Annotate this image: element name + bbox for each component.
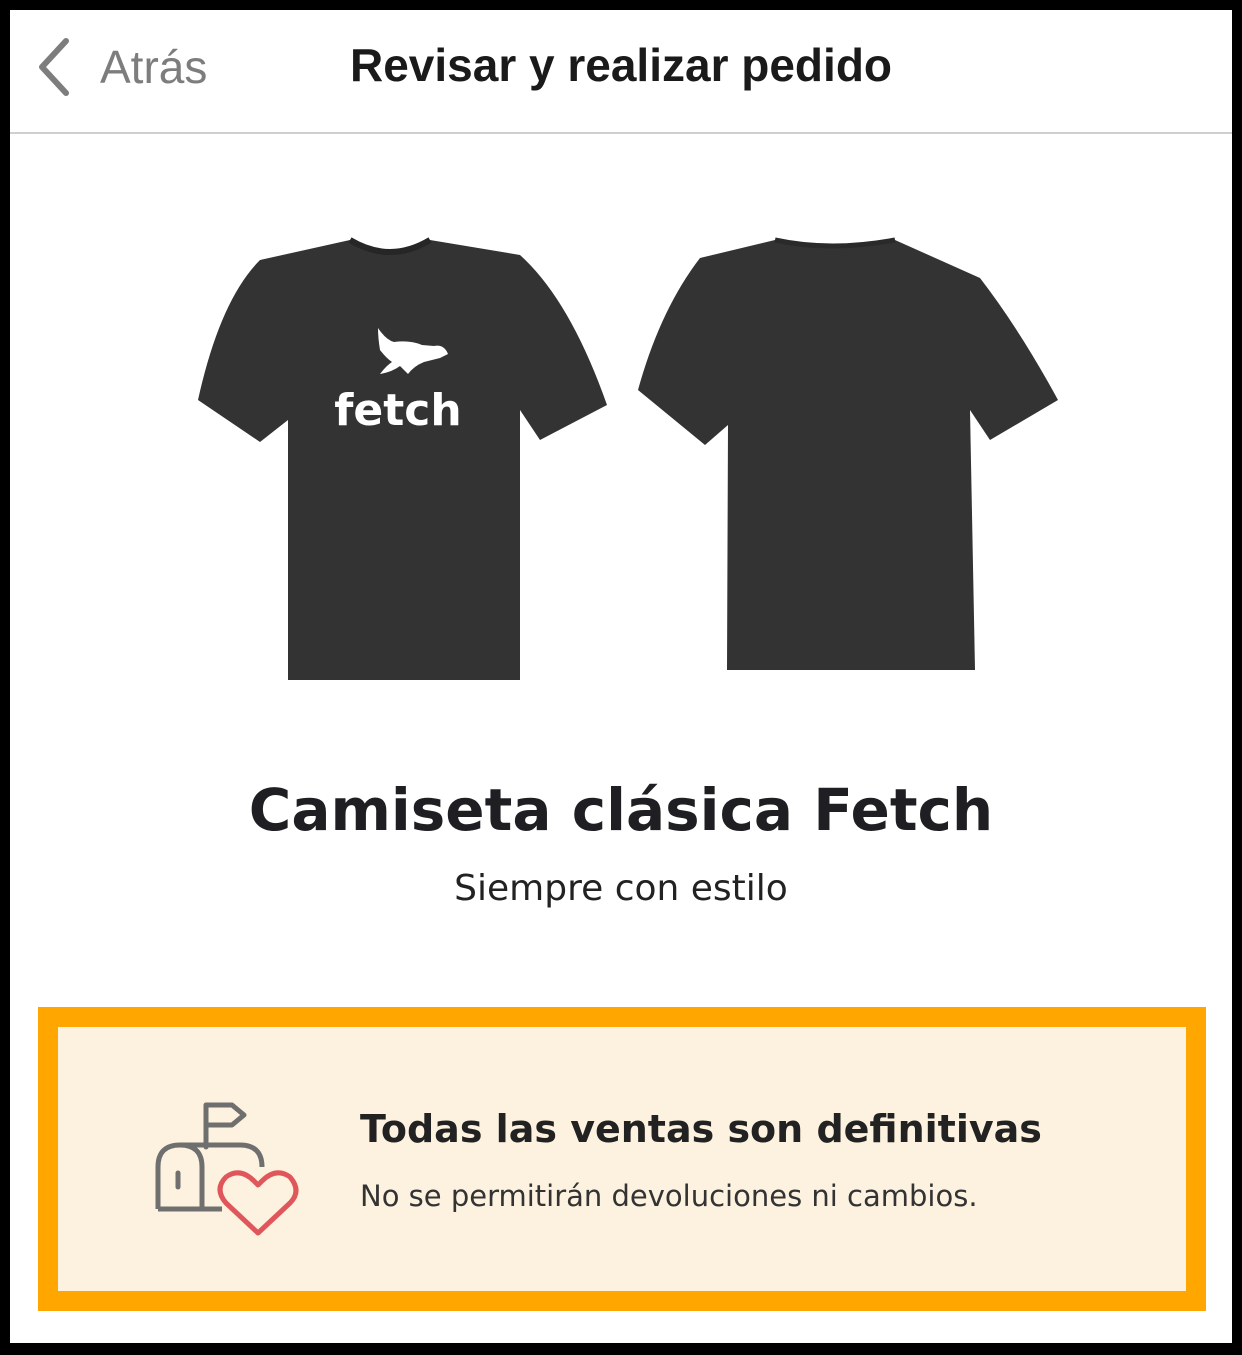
- product-subtitle: Siempre con estilo: [454, 868, 788, 909]
- page-title: Revisar y realizar pedido: [349, 39, 893, 91]
- final-sale-notice: Todas las ventas son definitivas No se p…: [38, 1007, 1206, 1311]
- tshirt-back: [638, 237, 1058, 670]
- product-title: Camiseta clásica Fetch: [248, 776, 994, 844]
- product-image: fetch: [190, 230, 1070, 700]
- screen: Atrás Revisar y realizar pedido fetch Ca…: [10, 10, 1232, 1343]
- tshirt-front: fetch: [198, 237, 607, 680]
- notice-title: Todas las ventas son definitivas: [360, 1107, 1042, 1151]
- mailbox-heart-icon: [150, 1099, 300, 1244]
- nav-header: Atrás Revisar y realizar pedido: [10, 10, 1232, 134]
- tshirt-logo-text: fetch: [334, 385, 461, 436]
- notice-text: No se permitirán devoluciones ni cambios…: [360, 1179, 978, 1213]
